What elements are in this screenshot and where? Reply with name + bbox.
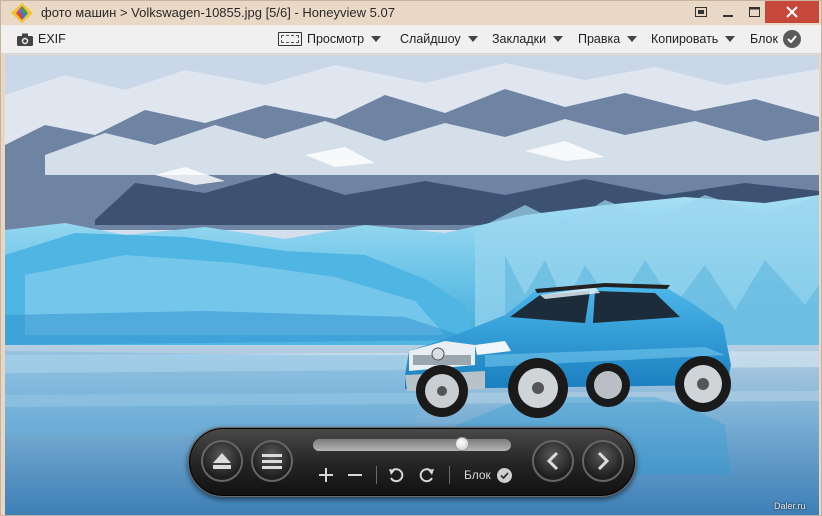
bookmarks-menu[interactable]: Закладки xyxy=(492,25,564,53)
zoom-slider-knob[interactable] xyxy=(454,437,469,451)
minimize-icon xyxy=(723,15,733,17)
maximize-icon xyxy=(748,7,760,17)
rotate-left-button[interactable] xyxy=(385,462,407,488)
menu-button[interactable] xyxy=(251,440,293,482)
zoom-out-button[interactable] xyxy=(344,462,366,488)
panel-lock-label: Блок xyxy=(464,468,491,482)
dropdown-arrow-icon xyxy=(627,36,638,42)
dropdown-arrow-icon xyxy=(553,36,564,42)
eject-icon xyxy=(213,453,231,469)
fullscreen-button[interactable] xyxy=(691,1,711,23)
maximize-button[interactable] xyxy=(743,1,765,23)
edit-label: Правка xyxy=(578,32,621,46)
fullscreen-icon xyxy=(695,7,707,17)
exif-label: EXIF xyxy=(38,32,66,46)
slideshow-menu[interactable]: Слайдшоу xyxy=(400,25,478,53)
rotate-left-icon xyxy=(389,468,404,483)
view-menu[interactable]: Просмотр xyxy=(278,25,382,53)
slideshow-label: Слайдшоу xyxy=(400,32,461,46)
close-icon xyxy=(786,6,798,18)
panel-divider xyxy=(376,466,377,484)
exif-button[interactable]: EXIF xyxy=(17,25,66,53)
check-circle-icon xyxy=(782,30,801,48)
watermark: Daler.ru xyxy=(774,501,806,511)
app-logo-icon xyxy=(11,3,33,23)
edit-menu[interactable]: Правка xyxy=(578,25,638,53)
minus-icon xyxy=(348,474,362,476)
lock-label: Блок xyxy=(750,32,778,46)
dropdown-arrow-icon xyxy=(371,36,382,42)
check-circle-icon xyxy=(496,467,512,483)
close-button[interactable] xyxy=(765,1,819,23)
panel-divider xyxy=(449,466,450,484)
frame-icon xyxy=(278,32,302,46)
chevron-right-icon xyxy=(597,451,610,471)
panel-lock-button[interactable]: Блок xyxy=(464,466,512,484)
zoom-in-button[interactable] xyxy=(315,462,337,488)
camera-icon xyxy=(17,33,33,46)
rotate-right-icon xyxy=(419,468,434,483)
window-title: фото машин > Volkswagen-10855.jpg [5/6] … xyxy=(41,5,395,20)
plus-icon xyxy=(319,468,333,482)
view-label: Просмотр xyxy=(307,32,365,46)
toolbar: EXIF Просмотр Слайдшоу Закладки Правка К… xyxy=(1,25,821,54)
navigation-panel: Блок xyxy=(188,427,636,497)
previous-image-button[interactable] xyxy=(532,440,574,482)
dropdown-arrow-icon xyxy=(725,36,736,42)
lock-button[interactable]: Блок xyxy=(750,25,801,53)
bookmarks-label: Закладки xyxy=(492,32,547,46)
minimize-button[interactable] xyxy=(713,1,743,23)
hamburger-menu-icon xyxy=(262,454,282,469)
copy-menu[interactable]: Копировать xyxy=(651,25,736,53)
rotate-right-button[interactable] xyxy=(416,462,438,488)
next-image-button[interactable] xyxy=(582,440,624,482)
eject-button[interactable] xyxy=(201,440,243,482)
title-bar[interactable]: фото машин > Volkswagen-10855.jpg [5/6] … xyxy=(1,1,821,25)
chevron-left-icon xyxy=(546,451,559,471)
copy-label: Копировать xyxy=(651,32,719,46)
honeyview-window: фото машин > Volkswagen-10855.jpg [5/6] … xyxy=(0,0,822,516)
zoom-slider-track[interactable] xyxy=(313,439,511,451)
dropdown-arrow-icon xyxy=(467,36,478,42)
